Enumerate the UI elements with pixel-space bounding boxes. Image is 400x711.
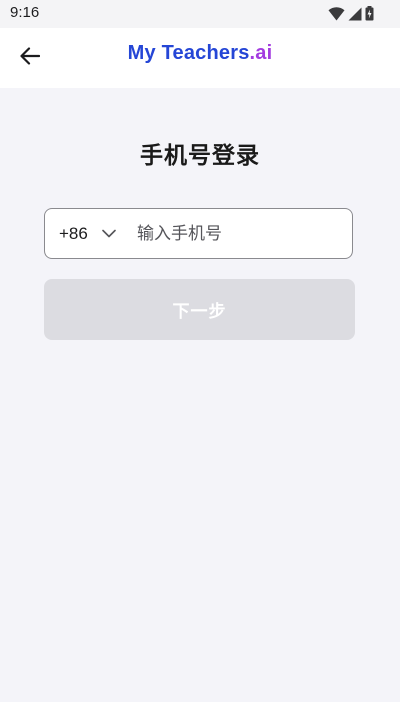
phone-number-input[interactable] bbox=[137, 209, 337, 258]
brand-name: My Teachers bbox=[127, 42, 250, 64]
status-icons bbox=[328, 6, 374, 25]
battery-charging-icon bbox=[365, 6, 374, 25]
brand-domain: .ai bbox=[249, 42, 273, 64]
status-bar: 9:16 bbox=[0, 0, 400, 28]
next-step-button[interactable]: 下一步 bbox=[44, 279, 355, 340]
bottom-bar bbox=[0, 702, 400, 711]
phone-number-field: +86 bbox=[44, 208, 353, 259]
wifi-icon bbox=[328, 6, 345, 25]
cellular-signal-icon bbox=[348, 6, 362, 25]
chevron-down-icon bbox=[102, 229, 116, 238]
brand-logo: My Teachers.ai bbox=[0, 42, 400, 65]
status-time: 9:16 bbox=[10, 4, 40, 21]
app-header: My Teachers.ai bbox=[0, 28, 400, 88]
country-code-selector[interactable]: +86 bbox=[45, 209, 137, 258]
country-code-value: +86 bbox=[59, 223, 88, 243]
login-screen: 9:16 My Teachers.ai 手机号登录 +86 输入手机号 下一步 bbox=[0, 0, 400, 711]
page-title: 手机号登录 bbox=[140, 143, 260, 169]
login-form-area: 手机号登录 +86 下一步 bbox=[0, 88, 400, 702]
